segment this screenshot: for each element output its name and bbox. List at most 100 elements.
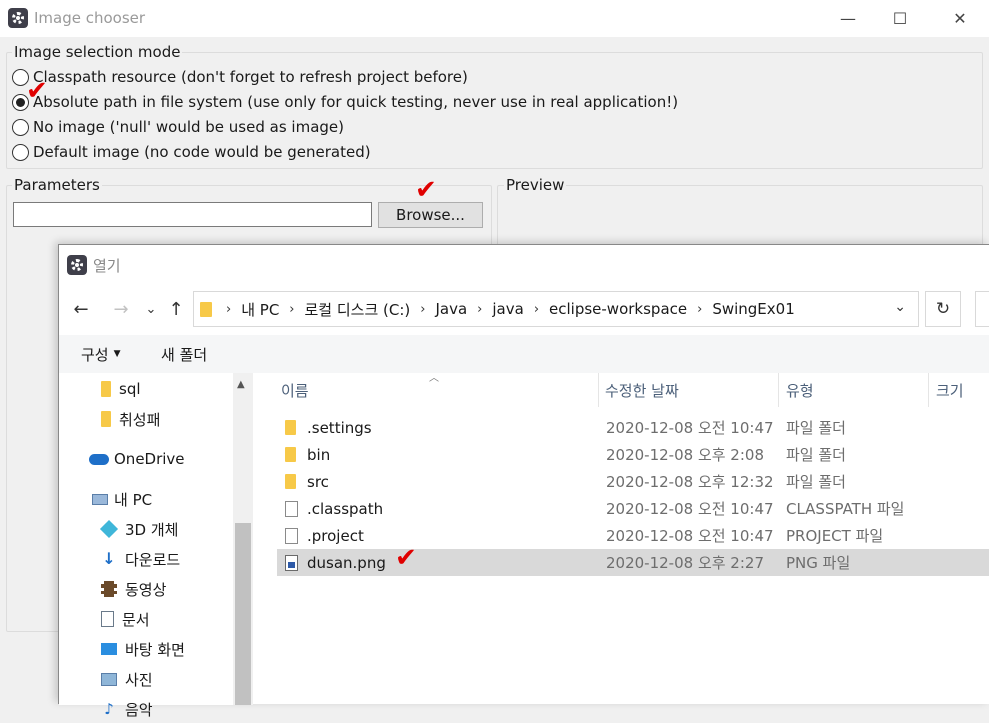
nav-item-label: 바탕 화면 — [125, 640, 185, 659]
scrollbar-thumb[interactable] — [235, 523, 251, 705]
back-arrow-icon[interactable]: ← — [68, 296, 94, 322]
address-bar[interactable]: › 내 PC › 로컬 디스크 (C:) › Java › java › ecl… — [193, 291, 919, 327]
nav-item-label: 내 PC — [114, 490, 153, 509]
file-row[interactable]: bin 2020-12-08 오후 2:08 파일 폴더 — [277, 441, 989, 468]
nav-item-videos[interactable]: 동영상 — [101, 575, 166, 603]
column-header-modified[interactable]: 수정한 날짜 — [605, 373, 679, 407]
command-bar: 구성 ▼ 새 폴더 — [59, 335, 989, 373]
document-icon — [101, 611, 114, 627]
mode-classpath-option[interactable]: Classpath resource (don't forget to refr… — [12, 66, 468, 88]
file-modified: 2020-12-08 오전 10:47 — [606, 419, 774, 437]
file-name: src — [307, 472, 329, 491]
folder-icon — [285, 414, 296, 441]
breadcrumb-item[interactable]: SwingEx01 — [708, 300, 798, 318]
chooser-title: Image chooser — [34, 9, 146, 27]
desktop-icon — [101, 643, 117, 655]
breadcrumb-item[interactable]: Java — [431, 300, 471, 318]
column-divider[interactable] — [598, 373, 599, 407]
file-name: .settings — [307, 418, 372, 437]
maximize-icon[interactable]: ☐ — [874, 0, 926, 37]
breadcrumb-item[interactable]: eclipse-workspace — [545, 300, 691, 318]
mode-group-label: Image selection mode — [12, 43, 183, 61]
folder-icon — [285, 468, 296, 495]
forward-arrow-icon[interactable]: → — [108, 296, 134, 322]
breadcrumb-separator-icon: › — [477, 301, 483, 317]
mode-no-image-label: No image ('null' would be used as image) — [33, 118, 344, 136]
close-icon[interactable]: ✕ — [934, 0, 986, 37]
file-modified: 2020-12-08 오후 2:27 — [606, 554, 764, 572]
nav-item-music[interactable]: ♪ 음악 — [101, 695, 152, 723]
red-check-mark-icon: ✔ — [415, 175, 437, 205]
mode-absolute-path-label: Absolute path in file system (use only f… — [33, 93, 679, 111]
nav-scrollbar[interactable]: ▲ — [233, 373, 253, 705]
column-header-name[interactable]: 이름 — [281, 373, 309, 407]
up-arrow-icon[interactable]: ↑ — [163, 296, 189, 322]
nav-item-pictures[interactable]: 사진 — [101, 665, 153, 693]
mode-default-image-label: Default image (no code would be generate… — [33, 143, 371, 161]
image-file-icon — [285, 549, 298, 576]
parameters-label: Parameters — [12, 176, 102, 194]
nav-item-label: 사진 — [125, 670, 153, 689]
file-icon — [285, 495, 298, 522]
file-row-selected[interactable]: dusan.png 2020-12-08 오후 2:27 PNG 파일 — [277, 549, 989, 576]
file-name: .classpath — [307, 499, 384, 518]
file-name: bin — [307, 445, 331, 464]
file-icon — [285, 522, 298, 549]
nav-item-label: 동영상 — [125, 580, 167, 599]
organize-label: 구성 — [81, 345, 109, 364]
breadcrumb-separator-icon: › — [289, 301, 295, 317]
nav-item-desktop[interactable]: 바탕 화면 — [101, 635, 185, 663]
mode-default-image-option[interactable]: Default image (no code would be generate… — [12, 141, 371, 163]
nav-item-label: OneDrive — [114, 450, 185, 468]
breadcrumb-item[interactable]: 로컬 디스크 (C:) — [301, 299, 415, 320]
file-type: PROJECT 파일 — [786, 527, 884, 545]
chooser-title-bar: Image chooser — ☐ ✕ — [0, 0, 989, 37]
nav-item-documents[interactable]: 문서 — [101, 605, 150, 633]
breadcrumb-item[interactable]: 내 PC — [237, 299, 283, 320]
file-modified: 2020-12-08 오전 10:47 — [606, 527, 774, 545]
radio-button[interactable] — [12, 143, 29, 161]
breadcrumb-item[interactable]: java — [488, 300, 527, 318]
computer-icon — [92, 493, 108, 505]
column-header-size[interactable]: 크기 — [936, 373, 964, 407]
nav-item-this-pc[interactable]: 내 PC — [92, 485, 152, 513]
breadcrumb-separator-icon: › — [226, 301, 232, 317]
scroll-up-arrow-icon[interactable]: ▲ — [237, 379, 245, 390]
file-name: .project — [307, 526, 364, 545]
navigation-pane: sql 취성패 OneDrive 내 PC 3D 개체 ↓ 다운로드 동영상 문 — [59, 373, 253, 719]
file-row[interactable]: .settings 2020-12-08 오전 10:47 파일 폴더 — [277, 414, 989, 441]
file-row[interactable]: .project 2020-12-08 오전 10:47 PROJECT 파일 — [277, 522, 989, 549]
nav-item-label: 다운로드 — [125, 550, 181, 569]
red-check-mark-icon: ✔ — [395, 543, 417, 573]
recent-locations-chevron-icon[interactable]: ⌄ — [138, 296, 164, 322]
organize-button[interactable]: 구성 ▼ — [81, 335, 121, 373]
nav-item-downloads[interactable]: ↓ 다운로드 — [101, 545, 180, 573]
nav-item-label: sql — [119, 380, 141, 398]
nav-item-onedrive[interactable]: OneDrive — [89, 445, 185, 473]
mode-absolute-path-option[interactable]: Absolute path in file system (use only f… — [12, 91, 678, 113]
dialog-title-bar: 열기 — [59, 245, 989, 283]
search-box[interactable] — [975, 291, 989, 327]
path-input[interactable] — [13, 202, 372, 227]
radio-button[interactable] — [12, 118, 29, 136]
new-folder-button[interactable]: 새 폴더 — [161, 335, 207, 373]
file-row[interactable]: .classpath 2020-12-08 오전 10:47 CLASSPATH… — [277, 495, 989, 522]
file-row[interactable]: src 2020-12-08 오후 12:32 파일 폴더 — [277, 468, 989, 495]
nav-item-3d-objects[interactable]: 3D 개체 — [99, 515, 178, 543]
file-modified: 2020-12-08 오후 2:08 — [606, 446, 764, 464]
address-dropdown-chevron-icon[interactable]: ⌄ — [894, 299, 906, 315]
nav-item-sql[interactable]: sql — [101, 375, 141, 403]
nav-item-label: 취성패 — [119, 410, 161, 429]
cube-icon — [99, 519, 119, 539]
nav-item-chwiseongpae[interactable]: 취성패 — [101, 405, 160, 433]
file-type: CLASSPATH 파일 — [786, 500, 905, 518]
column-divider[interactable] — [928, 373, 929, 407]
column-divider[interactable] — [778, 373, 779, 407]
minimize-icon[interactable]: — — [822, 0, 874, 37]
browse-button[interactable]: Browse... — [378, 202, 483, 228]
mode-no-image-option[interactable]: No image ('null' would be used as image) — [12, 116, 344, 138]
refresh-icon[interactable]: ↻ — [925, 291, 961, 327]
cloud-icon — [89, 453, 109, 465]
dialog-title: 열기 — [93, 257, 121, 275]
column-header-type[interactable]: 유형 — [786, 373, 814, 407]
